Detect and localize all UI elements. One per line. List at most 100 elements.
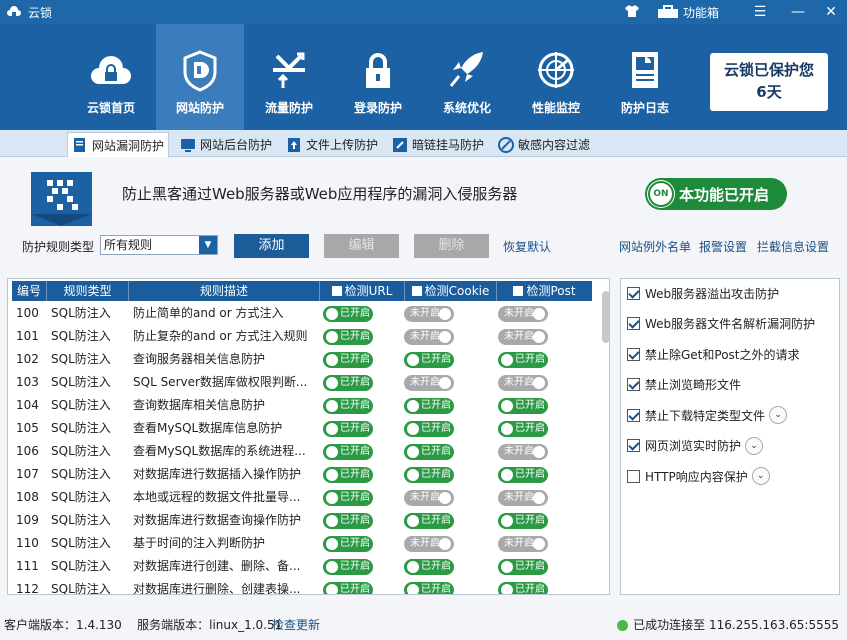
- option-checkbox[interactable]: [627, 439, 640, 452]
- toggle-url[interactable]: 已开启: [323, 329, 373, 345]
- option-item[interactable]: Web服务器溢出攻击防护: [627, 284, 779, 302]
- check-update-link[interactable]: 检查更新: [272, 614, 320, 636]
- toggle-post[interactable]: 已开启: [498, 352, 548, 368]
- toggle-url[interactable]: 已开启: [323, 444, 373, 460]
- toggle-cookie[interactable]: 未开启: [404, 536, 454, 552]
- toggle-url[interactable]: 已开启: [323, 306, 373, 322]
- table-row[interactable]: 102 SQL防注入 查询服务器相关信息防护 已开启 已开启 已开启: [12, 348, 592, 371]
- option-checkbox[interactable]: [627, 378, 640, 391]
- add-button[interactable]: 添加: [234, 234, 309, 258]
- scrollbar[interactable]: [602, 291, 609, 343]
- rule-type-select[interactable]: 所有规则 ▼: [100, 235, 218, 255]
- option-item[interactable]: 禁止下载特定类型文件 ⌄: [627, 406, 788, 424]
- option-checkbox[interactable]: [627, 408, 640, 422]
- restore-default-link[interactable]: 恢复默认: [503, 238, 551, 255]
- tab-dark-link[interactable]: 暗链挂马防护: [388, 132, 488, 157]
- table-row[interactable]: 104 SQL防注入 查询数据库相关信息防护 已开启 已开启 已开启: [12, 394, 592, 417]
- minimize-icon[interactable]: —: [789, 3, 807, 21]
- table-row[interactable]: 101 SQL防注入 防止复杂的and or 方式注入规则 已开启 未开启 未开启: [12, 325, 592, 348]
- nav-item-monitor[interactable]: 性能监控: [512, 24, 600, 130]
- nav-item-optimize[interactable]: 系统优化: [423, 24, 511, 130]
- col-post[interactable]: 检测Post: [497, 281, 592, 301]
- toggle-post[interactable]: 已开启: [498, 559, 548, 575]
- table-row[interactable]: 112 SQL防注入 对数据库进行删除、创建表操... 已开启 已开启 已开启: [12, 578, 592, 594]
- toggle-url[interactable]: 已开启: [323, 490, 373, 506]
- col-cookie[interactable]: 检测Cookie: [405, 281, 497, 301]
- tab-web-backend[interactable]: 网站后台防护: [176, 132, 276, 157]
- toggle-cookie[interactable]: 已开启: [404, 398, 454, 414]
- option-item[interactable]: HTTP响应内容保护 ⌄: [627, 467, 770, 485]
- toggle-cookie[interactable]: 已开启: [404, 582, 454, 594]
- toggle-url[interactable]: 已开启: [323, 513, 373, 529]
- close-icon[interactable]: ✕: [822, 3, 840, 21]
- table-row[interactable]: 106 SQL防注入 查看MySQL数据库的系统进程... 已开启 已开启 未开启: [12, 440, 592, 463]
- exception-list-link[interactable]: 网站例外名单: [619, 238, 691, 255]
- table-row[interactable]: 108 SQL防注入 本地或远程的数据文件批量导... 已开启 未开启 未开启: [12, 486, 592, 509]
- option-checkbox[interactable]: [627, 347, 640, 361]
- alarm-settings-link[interactable]: 报警设置: [699, 238, 747, 255]
- option-item[interactable]: 网页浏览实时防护 ⌄: [627, 436, 764, 455]
- toggle-post[interactable]: 已开启: [498, 513, 548, 529]
- option-checkbox[interactable]: [627, 469, 640, 483]
- tab-file-upload[interactable]: 文件上传防护: [282, 132, 382, 157]
- option-checkbox[interactable]: [627, 286, 640, 300]
- table-row[interactable]: 107 SQL防注入 对数据库进行数据插入操作防护 已开启 已开启 已开启: [12, 463, 592, 486]
- nav-item-logs[interactable]: 防护日志: [601, 24, 689, 130]
- toggle-post[interactable]: 未开启: [498, 490, 548, 506]
- toggle-url[interactable]: 已开启: [323, 375, 373, 391]
- chevron-down-icon[interactable]: ⌄: [769, 406, 788, 424]
- toggle-cookie[interactable]: 已开启: [404, 467, 454, 483]
- toggle-cookie[interactable]: 未开启: [404, 490, 454, 506]
- toggle-url[interactable]: 已开启: [323, 467, 373, 483]
- col-url-checkbox[interactable]: [331, 286, 342, 296]
- toggle-post[interactable]: 未开启: [498, 306, 548, 322]
- tab-content-filter[interactable]: 敏感内容过滤: [494, 132, 594, 157]
- table-row[interactable]: 109 SQL防注入 对数据库进行数据查询操作防护 已开启 已开启 已开启: [12, 509, 592, 532]
- toggle-post[interactable]: 已开启: [498, 582, 548, 594]
- toggle-post[interactable]: 未开启: [498, 444, 548, 460]
- table-row[interactable]: 105 SQL防注入 查看MySQL数据库信息防护 已开启 已开启 已开启: [12, 417, 592, 440]
- menu-icon[interactable]: ☰: [751, 3, 769, 21]
- skin-icon[interactable]: [624, 3, 640, 19]
- toggle-post[interactable]: 未开启: [498, 375, 548, 391]
- col-post-checkbox[interactable]: [513, 286, 524, 296]
- chevron-down-icon[interactable]: ⌄: [745, 436, 764, 455]
- col-url[interactable]: 检测URL: [320, 281, 405, 301]
- toggle-post[interactable]: 未开启: [498, 329, 548, 345]
- toggle-url[interactable]: 已开启: [323, 398, 373, 414]
- option-checkbox[interactable]: [627, 317, 640, 330]
- delete-button[interactable]: 删除: [414, 234, 489, 258]
- toolbox-button[interactable]: 功能箱: [657, 3, 719, 21]
- toggle-cookie[interactable]: 已开启: [404, 559, 454, 575]
- table-row[interactable]: 100 SQL防注入 防止简单的and or 方式注入 已开启 未开启 未开启: [12, 302, 592, 325]
- toggle-cookie[interactable]: 已开启: [404, 421, 454, 437]
- toggle-cookie[interactable]: 已开启: [404, 513, 454, 529]
- nav-item-traffic[interactable]: 流量防护: [245, 24, 333, 130]
- toggle-cookie[interactable]: 已开启: [404, 352, 454, 368]
- toggle-cookie[interactable]: 已开启: [404, 444, 454, 460]
- table-row[interactable]: 103 SQL防注入 SQL Server数据库做权限判断... 已开启 未开启 未开启: [12, 371, 592, 394]
- toggle-url[interactable]: 已开启: [323, 536, 373, 552]
- toggle-url[interactable]: 已开启: [323, 352, 373, 368]
- toggle-cookie[interactable]: 未开启: [404, 329, 454, 345]
- toggle-post[interactable]: 已开启: [498, 398, 548, 414]
- option-item[interactable]: 禁止浏览畸形文件: [627, 376, 741, 394]
- toggle-post[interactable]: 已开启: [498, 421, 548, 437]
- option-item[interactable]: Web服务器文件名解析漏洞防护: [627, 315, 815, 333]
- col-cookie-checkbox[interactable]: [411, 286, 422, 296]
- nav-item-login[interactable]: 登录防护: [334, 24, 422, 130]
- intercept-settings-link[interactable]: 拦截信息设置: [757, 238, 829, 255]
- nav-item-home[interactable]: 云锁首页: [67, 24, 155, 130]
- toggle-post[interactable]: 未开启: [498, 536, 548, 552]
- tab-web-vuln[interactable]: 网站漏洞防护: [67, 132, 170, 157]
- nav-item-web-protect[interactable]: 网站防护: [156, 24, 244, 130]
- toggle-url[interactable]: 已开启: [323, 559, 373, 575]
- table-row[interactable]: 110 SQL防注入 基于时间的注入判断防护 已开启 未开启 未开启: [12, 532, 592, 555]
- option-item[interactable]: 禁止除Get和Post之外的请求: [627, 345, 800, 363]
- table-row[interactable]: 111 SQL防注入 对数据库进行创建、删除、备... 已开启 已开启 已开启: [12, 555, 592, 578]
- toggle-url[interactable]: 已开启: [323, 582, 373, 594]
- edit-button[interactable]: 编辑: [324, 234, 399, 258]
- chevron-down-icon[interactable]: ⌄: [751, 467, 770, 485]
- toggle-url[interactable]: 已开启: [323, 421, 373, 437]
- feature-toggle[interactable]: ON 本功能已开启: [645, 178, 787, 210]
